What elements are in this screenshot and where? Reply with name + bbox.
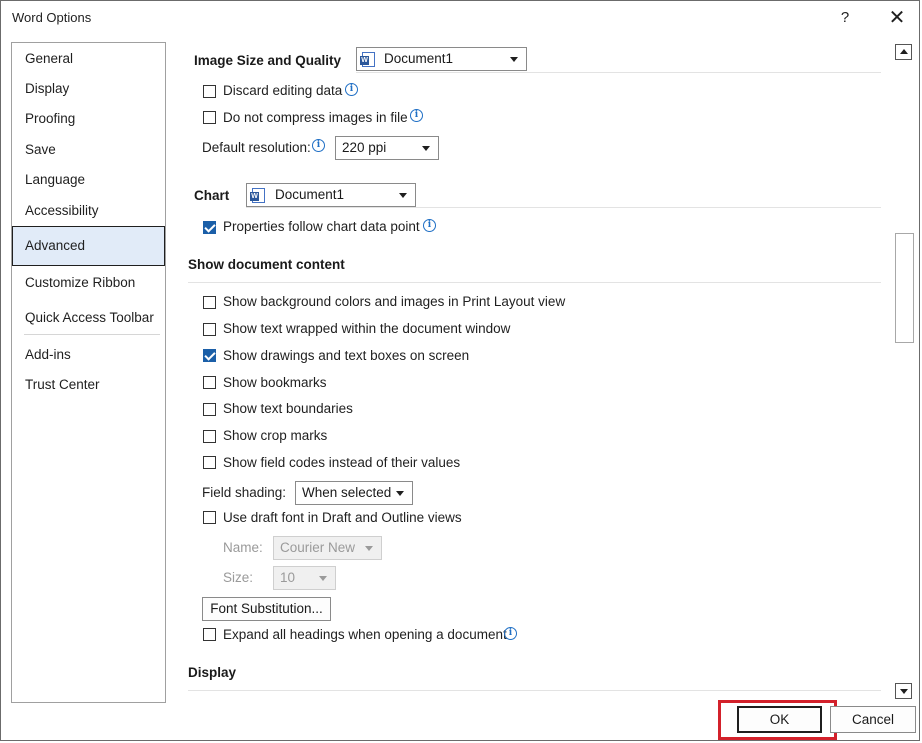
show-drawings-checkbox[interactable] bbox=[203, 349, 216, 362]
advanced-options-panel: Image Size and Quality Document1 Discard… bbox=[181, 42, 893, 702]
draft-font-label: Use draft font in Draft and Outline view… bbox=[223, 510, 462, 525]
info-icon: i bbox=[423, 219, 436, 232]
draft-font-name-value: Courier New bbox=[280, 540, 356, 555]
discard-editing-label: Discard editing data bbox=[223, 83, 343, 98]
show-background-colors-label: Show background colors and images in Pri… bbox=[223, 294, 566, 309]
discard-editing-checkbox[interactable] bbox=[203, 85, 216, 98]
cancel-button[interactable]: Cancel bbox=[830, 706, 916, 733]
section-divider bbox=[246, 207, 881, 208]
scroll-up-button[interactable] bbox=[895, 44, 912, 60]
show-field-codes-label: Show field codes instead of their values bbox=[223, 455, 461, 470]
show-bookmarks-checkbox[interactable] bbox=[203, 376, 216, 389]
default-resolution-dropdown[interactable]: 220 ppi bbox=[335, 136, 439, 160]
default-resolution-value: 220 ppi bbox=[342, 140, 387, 155]
chart-document-dropdown[interactable]: Document1 bbox=[246, 183, 416, 207]
sidebar-item-display[interactable]: Display bbox=[12, 74, 165, 104]
close-icon[interactable]: ✕ bbox=[883, 7, 911, 29]
image-size-document-dropdown[interactable]: Document1 bbox=[356, 47, 527, 71]
info-icon: i bbox=[504, 627, 517, 640]
section-divider bbox=[188, 690, 881, 691]
sidebar-item-advanced[interactable]: Advanced bbox=[12, 226, 165, 266]
show-text-wrapped-checkbox[interactable] bbox=[203, 323, 216, 336]
sidebar-item-quick-access-toolbar[interactable]: Quick Access Toolbar bbox=[12, 303, 165, 333]
sidebar-item-proofing[interactable]: Proofing bbox=[12, 104, 165, 134]
options-sidebar: General Display Proofing Save Language A… bbox=[11, 42, 166, 703]
expand-headings-checkbox[interactable] bbox=[203, 628, 216, 641]
info-icon: i bbox=[410, 109, 423, 122]
show-crop-marks-label: Show crop marks bbox=[223, 428, 328, 443]
sidebar-item-trust-center[interactable]: Trust Center bbox=[12, 370, 165, 400]
expand-headings-label: Expand all headings when opening a docum… bbox=[223, 627, 507, 642]
help-icon[interactable]: ? bbox=[831, 7, 859, 29]
show-drawings-label: Show drawings and text boxes on screen bbox=[223, 348, 470, 363]
draft-font-name-label: Name: bbox=[223, 540, 263, 555]
default-resolution-label: Default resolution: bbox=[202, 140, 311, 155]
word-document-icon bbox=[360, 52, 375, 67]
chart-section-title: Chart bbox=[194, 188, 230, 203]
follow-data-point-checkbox[interactable] bbox=[203, 221, 216, 234]
draft-font-size-value: 10 bbox=[280, 570, 296, 585]
chevron-down-icon bbox=[396, 491, 404, 496]
word-document-icon bbox=[250, 188, 265, 203]
draft-font-size-label: Size: bbox=[223, 570, 254, 585]
info-icon: i bbox=[345, 83, 358, 96]
arrow-up-icon bbox=[900, 49, 908, 54]
sidebar-item-customize-ribbon[interactable]: Customize Ribbon bbox=[12, 268, 165, 298]
info-icon: i bbox=[312, 139, 325, 152]
scroll-down-button[interactable] bbox=[895, 683, 912, 699]
window-title: Word Options bbox=[12, 10, 92, 25]
section-divider bbox=[188, 282, 881, 283]
font-substitution-button[interactable]: Font Substitution... bbox=[202, 597, 331, 621]
chevron-down-icon bbox=[319, 576, 327, 581]
draft-font-name-dropdown[interactable]: Courier New bbox=[273, 536, 382, 560]
scrollbar-thumb[interactable] bbox=[895, 233, 914, 343]
chevron-down-icon bbox=[399, 193, 407, 198]
no-compress-label: Do not compress images in file bbox=[223, 110, 408, 125]
show-background-colors-checkbox[interactable] bbox=[203, 296, 216, 309]
field-shading-value: When selected bbox=[302, 485, 392, 500]
field-shading-label: Field shading: bbox=[202, 485, 287, 500]
section-divider bbox=[356, 72, 881, 73]
vertical-scrollbar[interactable] bbox=[895, 42, 914, 702]
image-size-document-value: Document1 bbox=[384, 51, 454, 66]
follow-data-point-label: Properties follow chart data point bbox=[223, 219, 420, 234]
chart-document-value: Document1 bbox=[275, 187, 345, 202]
show-bookmarks-label: Show bookmarks bbox=[223, 375, 327, 390]
draft-font-checkbox[interactable] bbox=[203, 511, 216, 524]
chevron-down-icon bbox=[365, 546, 373, 551]
sidebar-item-general[interactable]: General bbox=[12, 44, 165, 74]
arrow-down-icon bbox=[900, 689, 908, 694]
show-crop-marks-checkbox[interactable] bbox=[203, 430, 216, 443]
chevron-down-icon bbox=[422, 146, 430, 151]
show-field-codes-checkbox[interactable] bbox=[203, 456, 216, 469]
title-bar: Word Options ? ✕ bbox=[1, 1, 921, 35]
show-text-wrapped-label: Show text wrapped within the document wi… bbox=[223, 321, 511, 336]
show-text-boundaries-label: Show text boundaries bbox=[223, 401, 353, 416]
word-options-dialog: Word Options ? ✕ General Display Proofin… bbox=[0, 0, 920, 741]
show-content-section-title: Show document content bbox=[188, 257, 345, 272]
display-section-title: Display bbox=[188, 665, 237, 680]
chevron-down-icon bbox=[510, 57, 518, 62]
no-compress-checkbox[interactable] bbox=[203, 111, 216, 124]
show-text-boundaries-checkbox[interactable] bbox=[203, 403, 216, 416]
image-size-section-title: Image Size and Quality bbox=[194, 53, 342, 68]
sidebar-item-accessibility[interactable]: Accessibility bbox=[12, 196, 165, 226]
sidebar-item-save[interactable]: Save bbox=[12, 135, 165, 165]
draft-font-size-dropdown[interactable]: 10 bbox=[273, 566, 336, 590]
sidebar-divider bbox=[24, 334, 160, 335]
sidebar-item-language[interactable]: Language bbox=[12, 165, 165, 195]
sidebar-item-add-ins[interactable]: Add-ins bbox=[12, 340, 165, 370]
field-shading-dropdown[interactable]: When selected bbox=[295, 481, 413, 505]
ok-button[interactable]: OK bbox=[737, 706, 822, 733]
